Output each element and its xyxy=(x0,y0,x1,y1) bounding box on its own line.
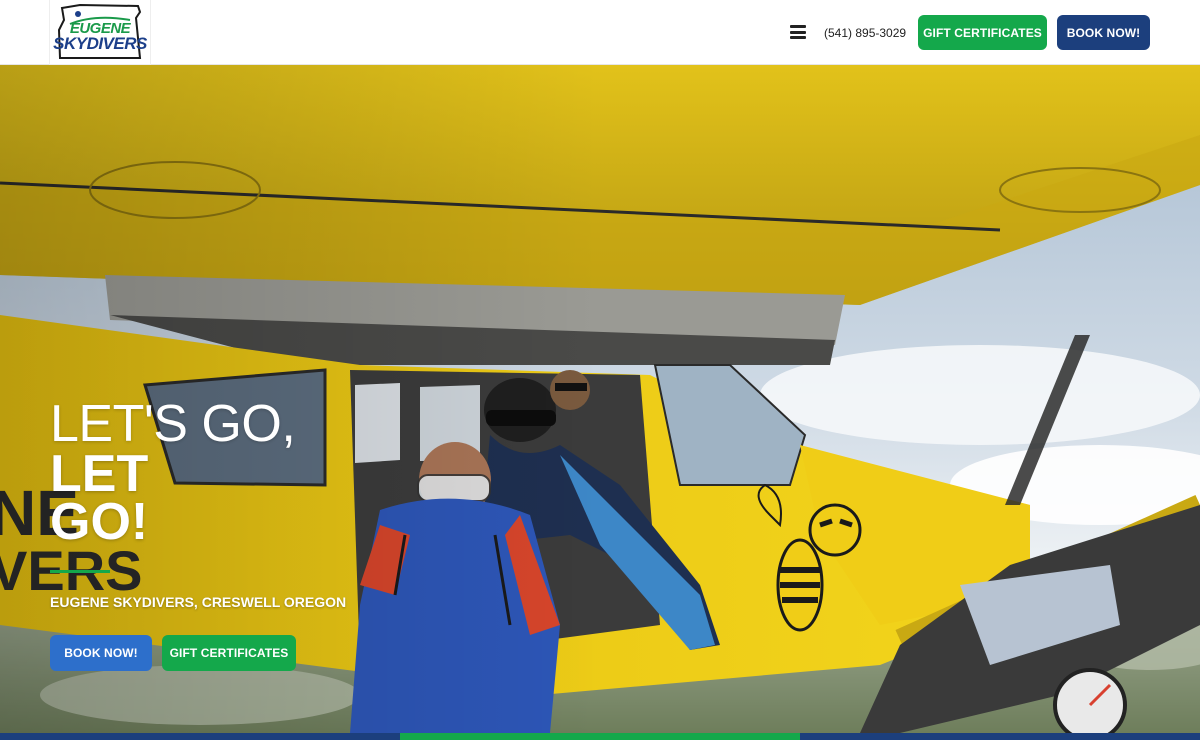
hero-gift-certificates-button[interactable]: GIFT CERTIFICATES xyxy=(162,635,296,671)
hero-divider xyxy=(50,570,110,573)
gift-certificates-button[interactable]: GIFT CERTIFICATES xyxy=(918,15,1047,50)
strip-segment-green xyxy=(400,733,800,740)
site-header: EUGENE SKYDIVERS (541) 895-3029 GIFT CER… xyxy=(0,0,1200,65)
hero-headline-line3: GO! xyxy=(50,493,149,551)
site-logo[interactable]: EUGENE SKYDIVERS xyxy=(49,0,151,65)
phone-number-link[interactable]: (541) 895-3029 xyxy=(824,25,906,41)
hero-headline-line1: LET'S GO, xyxy=(50,395,296,453)
logo-text-skydivers: SKYDIVERS xyxy=(53,34,147,53)
strip-segment-navy xyxy=(800,733,1200,740)
book-now-button[interactable]: BOOK NOW! xyxy=(1057,15,1150,50)
strip-segment-blue xyxy=(0,733,400,740)
hero-headline-line2: LET xyxy=(50,445,149,503)
bottom-color-strip xyxy=(0,733,1200,740)
hero-book-now-button[interactable]: BOOK NOW! xyxy=(50,635,152,671)
hero-subtitle: EUGENE SKYDIVERS, CRESWELL OREGON xyxy=(50,594,347,610)
hamburger-menu-icon[interactable] xyxy=(790,25,806,39)
